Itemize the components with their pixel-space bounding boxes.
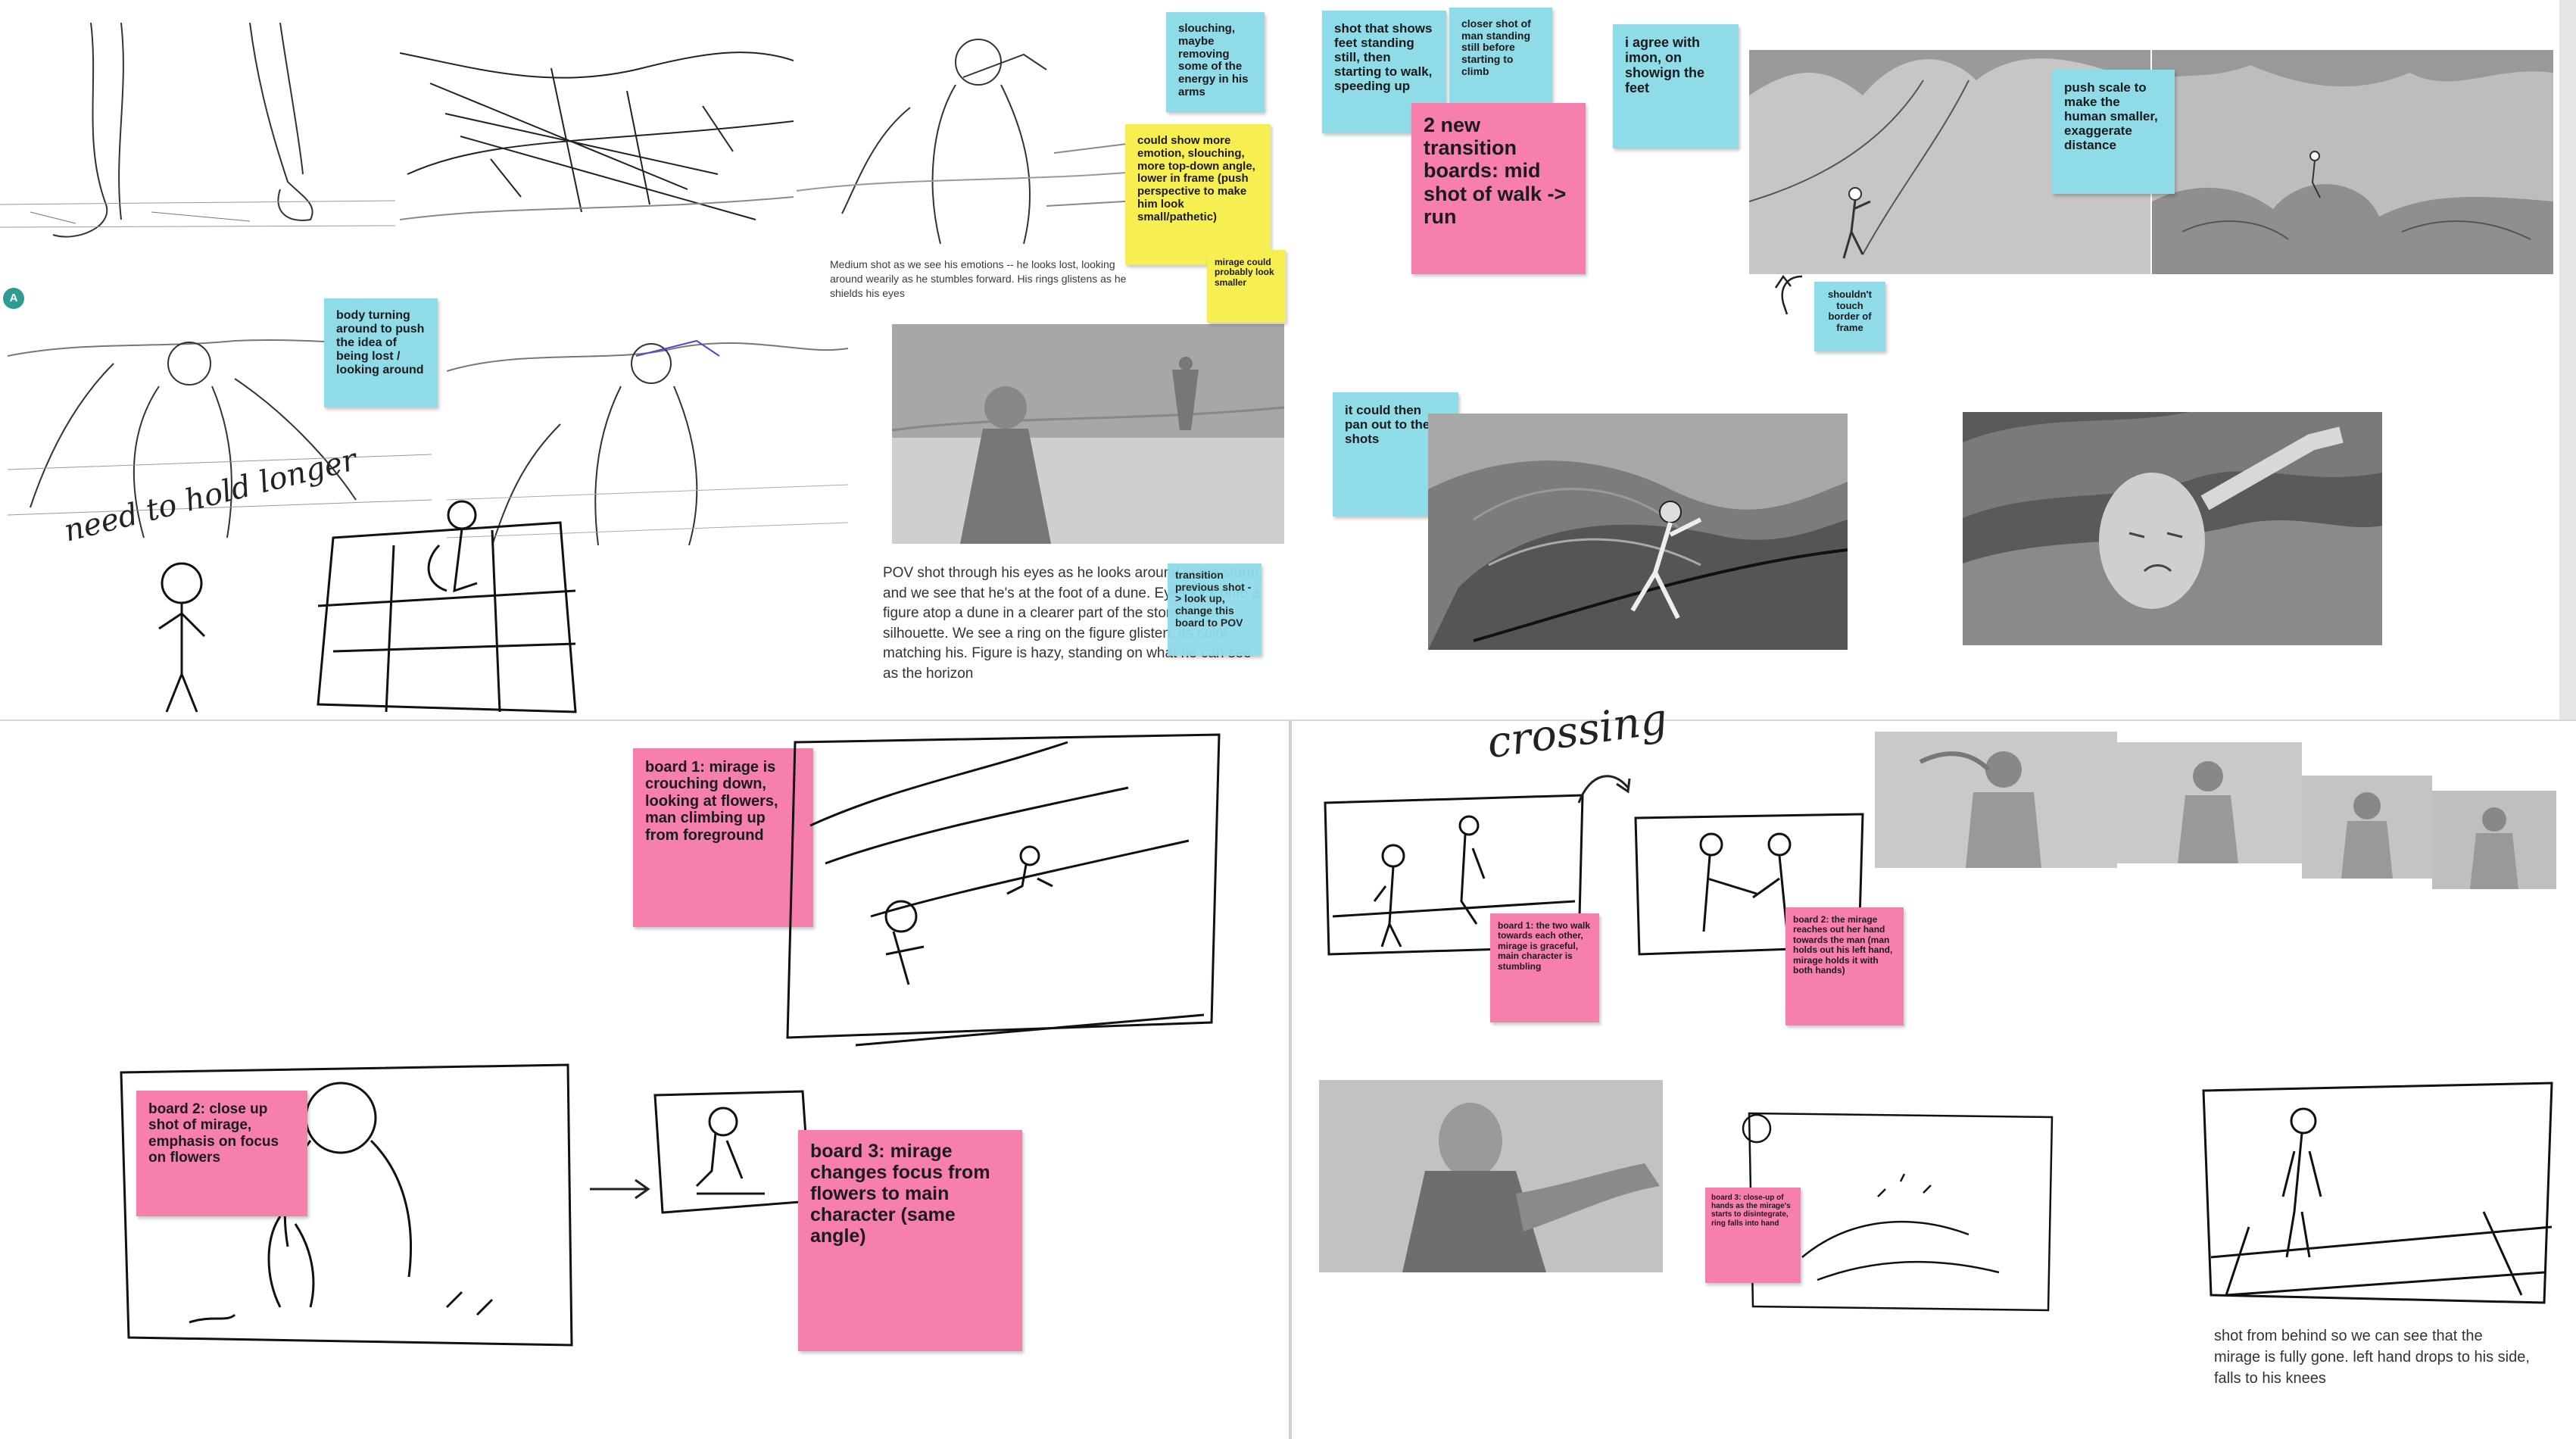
note-body-turning[interactable]: body turning around to push the idea of … — [324, 298, 438, 407]
note-board1-walk[interactable]: board 1: the two walk towards each other… — [1490, 913, 1599, 1022]
panel-divider-vertical — [1289, 720, 1292, 1439]
note-board3-focus[interactable]: board 3: mirage changes focus from flowe… — [798, 1130, 1022, 1351]
note-mirage-smaller[interactable]: mirage could probably look smaller — [1207, 250, 1286, 323]
note-slouching[interactable]: slouching, maybe removing some of the en… — [1166, 12, 1265, 112]
note-two-new-boards[interactable]: 2 new transition boards: mid shot of wal… — [1411, 103, 1586, 274]
storyboard-frame-feet[interactable] — [0, 23, 395, 250]
thumbnail-frame-3[interactable] — [2302, 776, 2432, 879]
sketch-from-behind — [2202, 1082, 2553, 1304]
note-board3-hands[interactable]: board 3: close-up of hands as the mirage… — [1705, 1188, 1801, 1283]
caption-medium-shot: Medium shot as we see his emotions -- he… — [830, 258, 1127, 299]
note-border[interactable]: shouldn't touch border of frame — [1814, 282, 1885, 351]
storyboard-frame-medium-shot[interactable] — [797, 17, 1175, 251]
thumbnail-frame-1[interactable] — [1875, 732, 2117, 868]
storyboard-frame-shielding[interactable] — [447, 318, 848, 553]
storyboard-frame-climb-scaled[interactable] — [2152, 50, 2553, 274]
arrow-border-note — [1774, 274, 1803, 315]
storyboard-frame-storm-lines[interactable] — [400, 23, 794, 250]
storyboard-frame-run[interactable] — [1428, 414, 1848, 650]
storyboard-frame-face-closeup[interactable] — [1963, 412, 2382, 645]
note-more-emotion[interactable]: could show more emotion, slouching, more… — [1125, 124, 1271, 265]
arrow-to-board3 — [590, 1178, 650, 1200]
arrow-walk-to-reach — [1577, 775, 1631, 804]
thumbnail-frame-4[interactable] — [2432, 791, 2556, 889]
storyboard-frame-character[interactable] — [1319, 1080, 1663, 1272]
storyboard-frame-pov[interactable] — [892, 324, 1284, 544]
note-board2-reach[interactable]: board 2: the mirage reaches out her hand… — [1785, 907, 1904, 1025]
handwritten-crossing: crossing — [1484, 694, 1670, 769]
caption-from-behind: shot from behind so we can see that the … — [2214, 1328, 2530, 1387]
note-push-scale[interactable]: push scale to make the human smaller, ex… — [2052, 70, 2175, 194]
sketch-board3-small — [653, 1090, 812, 1214]
note-board1-mirage[interactable]: board 1: mirage is crouching down, looki… — [633, 748, 813, 927]
scroll-edge[interactable] — [2559, 0, 2576, 720]
note-board2-closeup[interactable]: board 2: close up shot of mirage, emphas… — [136, 1091, 307, 1216]
note-transition[interactable]: transition previous shot -> look up, cha… — [1168, 563, 1261, 656]
comment-marker-icon[interactable]: A — [3, 288, 24, 309]
panel-divider-horizontal — [0, 720, 2576, 721]
sketch-board1-climb — [786, 733, 1221, 1047]
thumbnail-frame-2[interactable] — [2117, 742, 2302, 863]
note-closer-shot[interactable]: closer shot of man standing still before… — [1449, 8, 1552, 108]
note-agree-imon[interactable]: i agree with imon, on showign the feet — [1613, 24, 1739, 148]
